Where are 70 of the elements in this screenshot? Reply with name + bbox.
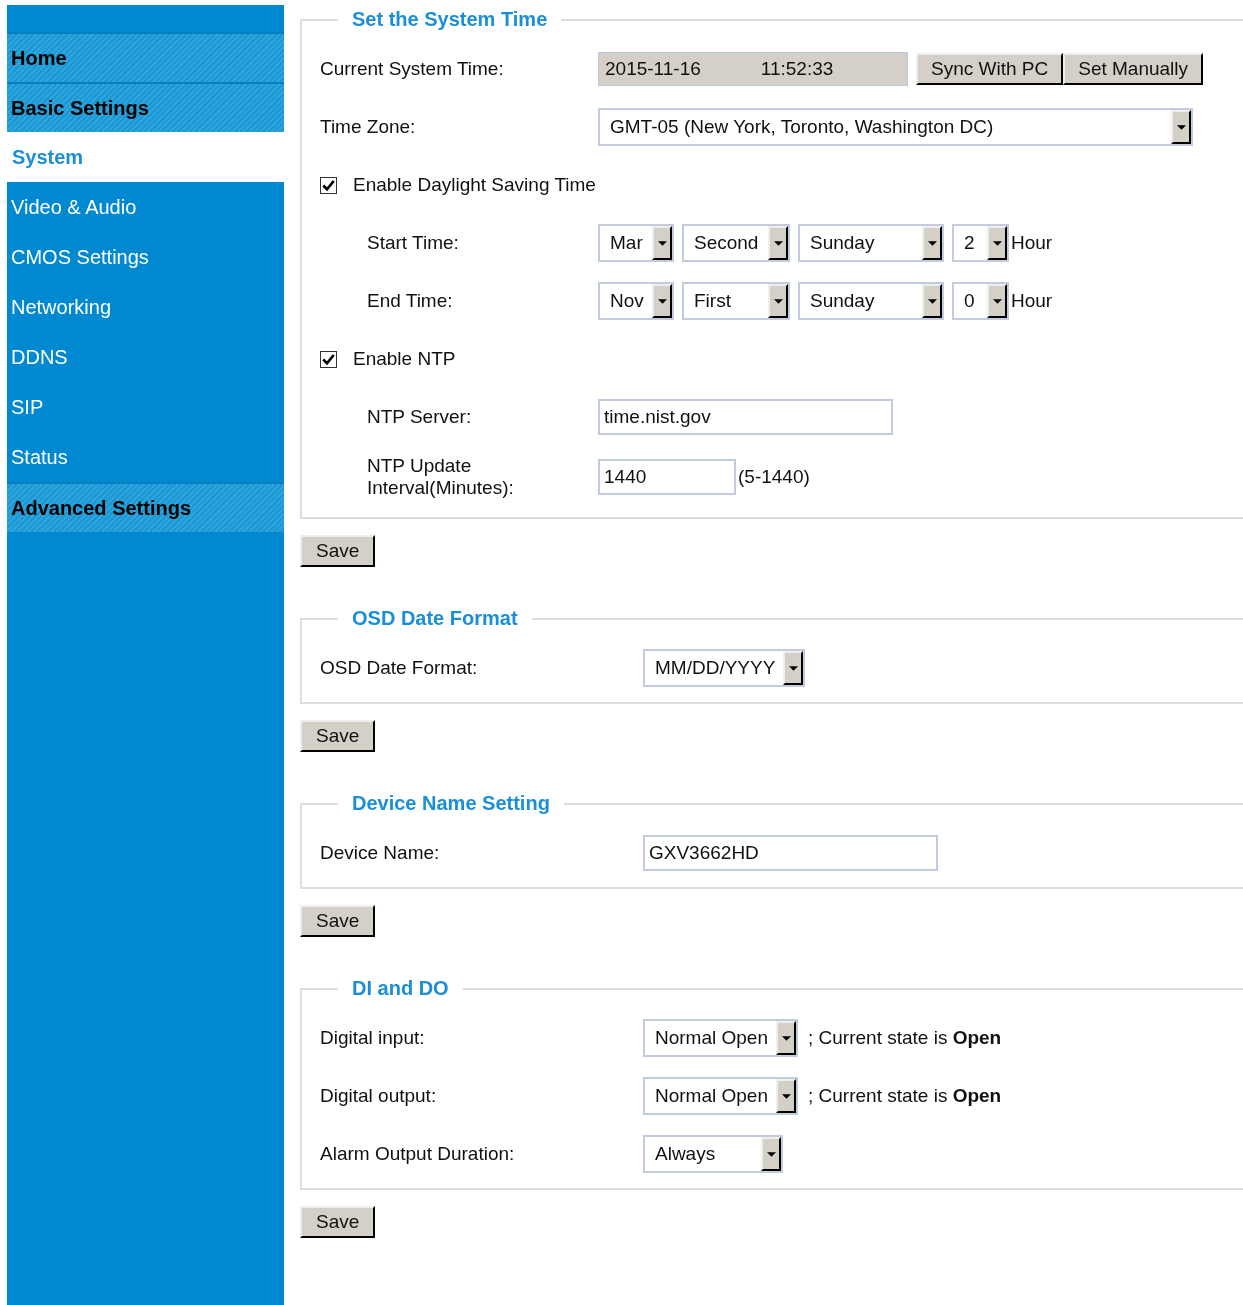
save-button[interactable]: Save xyxy=(300,905,376,937)
save-button[interactable]: Save xyxy=(300,720,376,752)
caret-icon xyxy=(992,240,1002,246)
range-hint: (5-1440) xyxy=(738,466,810,488)
button[interactable]: Sync With PC xyxy=(916,53,1064,85)
time-display: 2015-11-16 11:52:33 xyxy=(598,52,908,86)
nav-item[interactable]: Networking xyxy=(7,282,284,332)
group-title: DI and DO xyxy=(351,977,450,1000)
nav-item[interactable]: DDNS xyxy=(7,332,284,382)
caret-icon xyxy=(781,1035,791,1041)
nav-item[interactable]: CMOS Settings xyxy=(7,232,284,282)
state-text: ; Current state is Open xyxy=(808,1085,1002,1107)
dropdown[interactable]: Normal Open xyxy=(643,1077,798,1115)
dropdown[interactable]: Second xyxy=(682,224,790,262)
caret-icon xyxy=(788,665,798,671)
input-field[interactable]: GXV3662HD xyxy=(643,835,938,871)
field-label: Digital input: xyxy=(320,1027,426,1049)
unit-label: Hour xyxy=(1011,290,1053,312)
field-label: NTP Server: xyxy=(366,406,473,428)
dropdown[interactable]: Always xyxy=(643,1135,783,1173)
nav-item[interactable]: Status xyxy=(7,432,284,482)
dropdown[interactable]: Sunday xyxy=(798,282,944,320)
input-field[interactable]: time.nist.gov xyxy=(598,399,893,435)
field-label: NTP Update Interval(Minutes): xyxy=(366,455,515,499)
nav-section-header[interactable]: Advanced Settings xyxy=(7,482,284,532)
group-title: OSD Date Format xyxy=(351,607,519,630)
field-label: Device Name: xyxy=(320,842,441,864)
checkbox-label: Enable Daylight Saving Time xyxy=(353,174,596,196)
checkbox[interactable] xyxy=(320,350,337,368)
nav-item[interactable]: System xyxy=(7,132,284,182)
caret-icon xyxy=(773,240,783,246)
nav-section-header[interactable]: Basic Settings xyxy=(7,82,284,132)
dropdown[interactable]: 2 xyxy=(952,224,1009,262)
caret-icon xyxy=(773,298,783,304)
dropdown[interactable]: Nov xyxy=(598,282,674,320)
button[interactable]: Set Manually xyxy=(1063,53,1204,85)
field-label: Start Time: xyxy=(366,232,460,254)
field-label: Time Zone: xyxy=(320,116,417,138)
dropdown[interactable]: Sunday xyxy=(798,224,944,262)
save-button[interactable]: Save xyxy=(300,1206,376,1238)
field-label: Digital output: xyxy=(320,1085,438,1107)
field-label: OSD Date Format: xyxy=(320,657,479,679)
nav-section-header[interactable]: Home xyxy=(7,32,284,82)
group-title: Set the System Time xyxy=(351,8,549,31)
caret-icon xyxy=(927,298,937,304)
field-label: Alarm Output Duration: xyxy=(320,1143,516,1165)
save-button[interactable]: Save xyxy=(300,535,376,567)
dropdown[interactable]: First xyxy=(682,282,790,320)
caret-icon xyxy=(657,298,667,304)
caret-icon xyxy=(927,240,937,246)
caret-icon xyxy=(766,1151,776,1157)
caret-icon xyxy=(781,1093,791,1099)
unit-label: Hour xyxy=(1011,232,1053,254)
caret-icon xyxy=(657,240,667,246)
dropdown[interactable]: 0 xyxy=(952,282,1009,320)
dropdown[interactable]: Mar xyxy=(598,224,674,262)
checkbox[interactable] xyxy=(320,176,337,194)
checkbox-label: Enable NTP xyxy=(353,348,456,370)
dropdown[interactable]: Normal Open xyxy=(643,1019,798,1057)
caret-icon xyxy=(1176,124,1186,130)
input-field[interactable]: 1440 xyxy=(598,459,736,495)
nav-item[interactable]: Video & Audio xyxy=(7,182,284,232)
group-title: Device Name Setting xyxy=(351,792,551,815)
dropdown[interactable]: MM/DD/YYYY xyxy=(643,649,806,687)
caret-icon xyxy=(992,298,1002,304)
field-label: End Time: xyxy=(366,290,454,312)
dropdown[interactable]: GMT-05 (New York, Toronto, Washington DC) xyxy=(598,108,1193,146)
field-label: Current System Time: xyxy=(320,58,505,80)
nav-item[interactable]: SIP xyxy=(7,382,284,432)
state-text: ; Current state is Open xyxy=(808,1027,1002,1049)
